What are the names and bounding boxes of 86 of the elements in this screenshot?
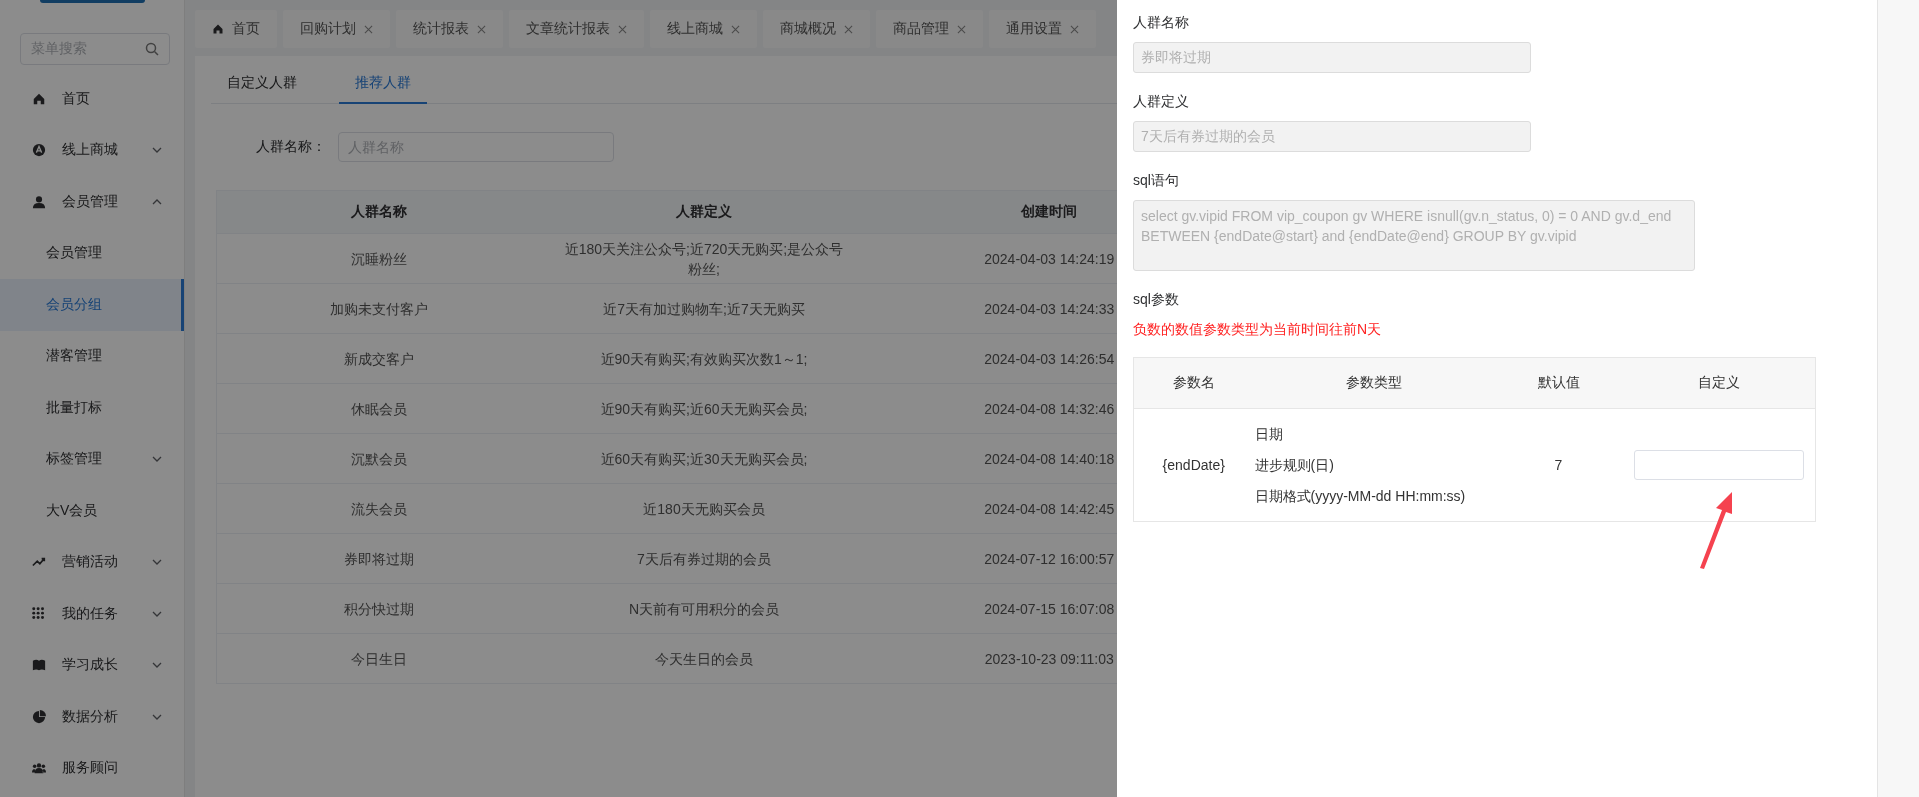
table-cell-text: 新成交客户 — [344, 349, 415, 369]
table-cell-text: 2024-04-08 14:40:18 — [984, 449, 1115, 469]
page-tab[interactable]: 商城概况 — [763, 10, 870, 48]
table-cell-text: 近60天有购买;近30天无购买会员; — [600, 449, 808, 469]
column-header: 人群定义 — [676, 203, 732, 219]
table-cell-text: 近180天关注公众号;近720天无购买;是公众号粉丝; — [563, 239, 845, 279]
menu-icon — [32, 606, 46, 621]
page-tab[interactable]: 商品管理 — [876, 10, 983, 48]
home-icon — [212, 23, 224, 35]
table-cell-text: 2024-04-08 14:32:46 — [984, 399, 1115, 419]
menu-icon — [32, 194, 46, 209]
table-cell-text: 2024-04-03 14:24:19 — [984, 249, 1115, 269]
table-cell-text: 近90天有购买;近60天无购买会员; — [600, 399, 808, 419]
table-cell-text: 加购未支付客户 — [330, 299, 429, 319]
menu-item[interactable]: 营销活动 — [0, 536, 184, 588]
field-label: sql参数 — [1133, 290, 1180, 309]
close-icon[interactable] — [477, 24, 486, 34]
table-cell-text: N天前有可用积分的会员 — [628, 599, 780, 619]
table-cell-text: 2024-04-03 14:24:33 — [984, 299, 1115, 319]
menu-item[interactable]: 批量打标 — [0, 382, 184, 434]
close-icon[interactable] — [364, 24, 373, 34]
menu-icon — [32, 91, 46, 106]
search-icon — [145, 42, 159, 56]
menu-item[interactable]: 潜客管理 — [0, 330, 184, 382]
close-icon[interactable] — [1070, 24, 1079, 34]
menu-item[interactable]: 会员分组 — [0, 279, 184, 331]
field-label: sql语句 — [1133, 171, 1180, 190]
table-cell-text: 券即将过期 — [344, 549, 415, 569]
menu-icon — [32, 761, 46, 776]
table-cell-text: 积分快过期 — [344, 599, 415, 619]
menu-item[interactable]: 首页 — [0, 73, 184, 125]
close-icon[interactable] — [957, 24, 966, 34]
table-cell: 7 — [1554, 457, 1563, 473]
page-tab[interactable]: 通用设置 — [989, 10, 1096, 48]
table-cell-text: 近7天有加过购物车;近7天无购买 — [603, 299, 805, 319]
menu-item[interactable]: 会员管理 — [0, 227, 184, 279]
table-cell-text: 2023-10-23 09:11:03 — [984, 649, 1114, 669]
custom-value-field[interactable] — [1634, 450, 1805, 480]
table-cell: 日期 — [1254, 425, 1283, 442]
menu-item[interactable]: 会员管理 — [0, 176, 184, 228]
menu-icon — [32, 143, 46, 158]
table-cell-text: 近90天有购买;有效购买次数1～1; — [600, 349, 808, 369]
menu-item[interactable]: 数据分析 — [0, 691, 184, 743]
page-tab[interactable]: 回购计划 — [283, 10, 390, 48]
page-tab[interactable]: 线上商城 — [650, 10, 757, 48]
field-label: 人群名称 — [1133, 13, 1190, 32]
menu-item[interactable]: 标签管理 — [0, 433, 184, 485]
table-cell: {endDate} — [1162, 457, 1225, 473]
table-cell-text: 沉默会员 — [351, 449, 408, 469]
menu-item[interactable]: 服务顾问 — [0, 742, 184, 794]
column-header: 自定义 — [1698, 374, 1741, 390]
column-header: 参数名 — [1172, 374, 1215, 390]
menu-icon — [32, 658, 46, 673]
table-cell-text: 近180天无购买会员 — [643, 499, 765, 519]
close-icon[interactable] — [844, 24, 853, 34]
sub-tab[interactable]: 推荐人群 — [339, 74, 427, 104]
table-cell-text: 沉睡粉丝 — [351, 249, 408, 269]
menu-item[interactable]: 线上商城 — [0, 124, 184, 176]
table-cell-text: 7天后有券过期的会员 — [637, 549, 771, 569]
column-header: 人群名称 — [351, 203, 408, 219]
table-cell-text: 今天生日的会员 — [655, 649, 753, 669]
page-tab[interactable]: 统计报表 — [396, 10, 503, 48]
hint-text: 负数的数值参数类型为当前时间往前N天 — [1133, 321, 1383, 339]
table-cell-text: 休眠会员 — [351, 399, 408, 419]
page-tab[interactable]: 文章统计报表 — [509, 10, 644, 48]
menu-item[interactable]: 我的任务 — [0, 588, 184, 640]
table-cell-text: 2024-07-15 16:07:08 — [984, 599, 1115, 619]
close-icon[interactable] — [618, 24, 627, 34]
table-cell-text: 2024-04-08 14:42:45 — [984, 499, 1115, 519]
page-tab[interactable]: 首页 — [195, 10, 277, 48]
menu-item[interactable]: 学习成长 — [0, 639, 184, 691]
table-cell: 日期格式(yyyy-MM-dd HH:mm:ss) — [1254, 487, 1466, 504]
menu-item[interactable]: 大V会员 — [0, 485, 184, 537]
menu-icon — [32, 709, 46, 724]
filter-label: 人群名称： — [256, 138, 326, 156]
field-label: 人群定义 — [1133, 92, 1190, 111]
sub-tab[interactable]: 自定义人群 — [211, 74, 313, 104]
column-header: 创建时间 — [1021, 203, 1078, 219]
table-cell-text: 2024-07-12 16:00:57 — [984, 549, 1115, 569]
table-cell-text: 今日生日 — [351, 649, 408, 669]
column-header: 默认值 — [1537, 374, 1580, 390]
close-icon[interactable] — [731, 24, 740, 34]
table-cell: 进步规则(日) — [1254, 456, 1334, 473]
table-cell-text: 2024-04-03 14:26:54 — [984, 349, 1115, 369]
column-header: 参数类型 — [1345, 374, 1402, 390]
table-cell-text: 流失会员 — [351, 499, 408, 519]
